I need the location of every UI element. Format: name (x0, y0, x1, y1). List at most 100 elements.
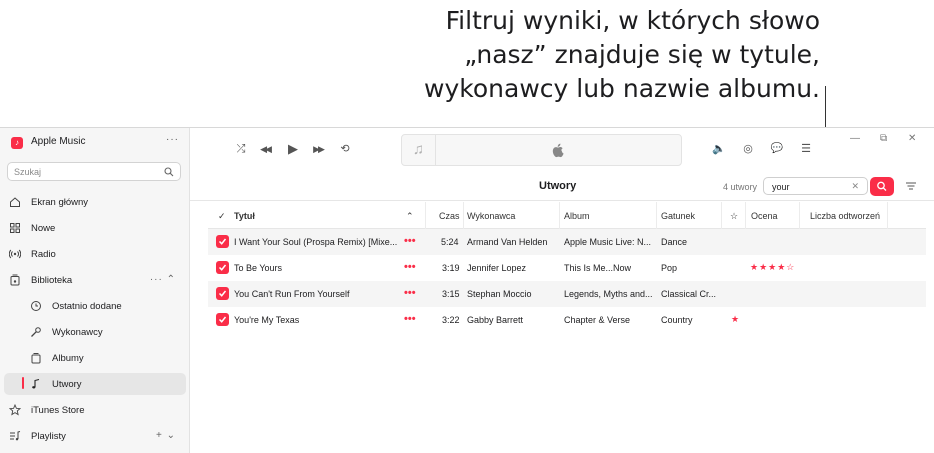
playback-toolbar: ⤮ ◀◀ ▶ ▶▶ ⟲ ♫ 🔈 ◎ 💬 ☰ — ⧉ ✕ (190, 128, 934, 172)
more-options-button[interactable]: ••• (404, 261, 416, 273)
restore-button[interactable]: ⧉ (880, 133, 887, 144)
minimize-button[interactable]: — (850, 133, 860, 144)
queue-icon[interactable]: ☰ (798, 141, 814, 157)
sidebar-item-itunes-store[interactable]: iTunes Store (4, 399, 186, 421)
song-genre: Classical Cr... (661, 289, 717, 299)
sidebar-item-playlists[interactable]: Playlisty + ⌄ (4, 425, 186, 447)
radio-waves-icon (9, 249, 21, 259)
repeat-button[interactable]: ⟲ (337, 141, 353, 157)
shuffle-button[interactable]: ⤮ (233, 141, 249, 157)
library-icon (10, 274, 20, 286)
search-icon (877, 181, 887, 191)
song-checkbox[interactable] (216, 287, 229, 300)
column-genre[interactable]: Gatunek (661, 211, 695, 221)
songs-table: ✓ Tytuł ⌃ Czas Wykonawca Album Gatunek ☆… (208, 202, 926, 333)
content-header: Utwory 4 utwory your ✕ (190, 172, 934, 201)
page-title: Utwory (539, 180, 577, 192)
lyrics-icon[interactable]: 💬 (769, 141, 785, 157)
sidebar-item-artists[interactable]: Wykonawcy (4, 321, 186, 343)
close-button[interactable]: ✕ (908, 133, 916, 144)
song-title: You Can't Run From Yourself (234, 289, 350, 299)
sidebar-item-home[interactable]: Ekran główny (4, 191, 186, 213)
table-header: ✓ Tytuł ⌃ Czas Wykonawca Album Gatunek ☆… (208, 202, 926, 229)
app-more-button[interactable]: ··· (166, 134, 179, 145)
microphone-icon (31, 327, 41, 337)
song-artist: Stephan Moccio (467, 289, 532, 299)
sidebar-search-input[interactable]: Szukaj (7, 162, 181, 181)
sidebar-item-recently-added[interactable]: Ostatnio dodane (4, 295, 186, 317)
callout-line: wykonawcy lub nazwie albumu. (424, 74, 820, 103)
callout-line: Filtruj wyniki, w których słowo (445, 6, 820, 35)
column-artist[interactable]: Wykonawca (467, 211, 515, 221)
column-album[interactable]: Album (564, 211, 590, 221)
sidebar-item-new[interactable]: Nowe (4, 217, 186, 239)
more-options-button[interactable]: ••• (404, 287, 416, 299)
callout-text: Filtruj wyniki, w których słowo „nasz” z… (380, 4, 820, 106)
airplay-icon[interactable]: ◎ (740, 141, 756, 157)
table-row[interactable]: I Want Your Soul (Prospa Remix) [Mixe...… (208, 229, 926, 255)
song-time: 5:24 (441, 237, 459, 247)
sidebar-item-library[interactable]: Biblioteka ··· ⌃ (4, 269, 186, 291)
table-row[interactable]: You're My Texas ••• 3:22 Gabby Barrett C… (208, 307, 926, 333)
sidebar-item-label: Radio (31, 249, 56, 260)
sidebar-item-albums[interactable]: Albumy (4, 347, 186, 369)
apple-music-logo-icon: ♪ (11, 137, 23, 149)
more-options-button[interactable]: ••• (404, 313, 416, 325)
music-note-icon (32, 378, 40, 389)
song-genre: Country (661, 315, 693, 325)
song-time: 3:19 (442, 263, 460, 273)
column-time[interactable]: Czas (439, 211, 460, 221)
more-options-button[interactable]: ••• (404, 235, 416, 247)
song-time: 3:22 (442, 315, 460, 325)
callout-line: „nasz” znajduje się w tytule, (464, 40, 820, 69)
song-checkbox[interactable] (216, 313, 229, 326)
song-rating-stars[interactable]: ★★★★☆ (750, 262, 795, 273)
sidebar-item-label: Ekran główny (31, 197, 89, 208)
apple-logo-icon (552, 143, 564, 158)
playlists-add-collapse[interactable]: + ⌄ (156, 430, 176, 441)
clear-filter-icon[interactable]: ✕ (851, 181, 859, 192)
view-options-icon[interactable] (905, 180, 917, 192)
play-button[interactable]: ▶ (285, 141, 301, 157)
clock-icon (31, 301, 41, 311)
sidebar-item-label: Nowe (31, 223, 56, 234)
column-divider (559, 202, 560, 229)
favorite-star-icon[interactable]: ★ (731, 314, 739, 325)
song-album: Apple Music Live: N... (564, 237, 652, 247)
app-header: ♪ Apple Music ··· (0, 128, 190, 156)
sidebar-item-songs[interactable]: Utwory (4, 373, 186, 395)
song-checkbox[interactable] (216, 261, 229, 274)
filter-field[interactable]: your ✕ (763, 177, 868, 195)
next-button[interactable]: ▶▶ (310, 141, 326, 157)
column-favorite[interactable]: ☆ (730, 211, 738, 222)
song-artist: Gabby Barrett (467, 315, 524, 325)
volume-icon[interactable]: 🔈 (711, 141, 727, 157)
sidebar-item-label: Wykonawcy (52, 327, 103, 338)
sort-indicator-icon[interactable]: ⌃ (406, 211, 414, 222)
song-album: Legends, Myths and... (564, 289, 653, 299)
song-artist: Armand Van Helden (467, 237, 548, 247)
song-checkbox[interactable] (216, 235, 229, 248)
column-check[interactable]: ✓ (218, 211, 226, 222)
filter-search-button[interactable] (870, 177, 894, 196)
column-divider (887, 202, 888, 229)
song-album: Chapter & Verse (564, 315, 631, 325)
music-app-window: ♪ Apple Music ··· Szukaj Ekran główny No… (0, 127, 934, 453)
column-title[interactable]: Tytuł (234, 211, 255, 221)
table-row[interactable]: To Be Yours ••• 3:19 Jennifer Lopez This… (208, 255, 926, 281)
sidebar-item-label: iTunes Store (31, 405, 85, 416)
column-rating[interactable]: Ocena (751, 211, 778, 221)
table-row[interactable]: You Can't Run From Yourself ••• 3:15 Ste… (208, 281, 926, 307)
library-more-collapse[interactable]: ··· ⌃ (150, 274, 176, 285)
sidebar-item-radio[interactable]: Radio (4, 243, 186, 265)
column-plays[interactable]: Liczba odtworzeń (810, 211, 880, 221)
song-genre: Dance (661, 237, 688, 247)
active-indicator (22, 377, 24, 389)
house-icon (10, 197, 20, 207)
filter-value: your (772, 182, 790, 192)
column-divider (656, 202, 657, 229)
previous-button[interactable]: ◀◀ (257, 141, 273, 157)
column-divider (721, 202, 722, 229)
sidebar: ♪ Apple Music ··· Szukaj Ekran główny No… (0, 128, 190, 453)
app-name: Apple Music (31, 136, 86, 147)
